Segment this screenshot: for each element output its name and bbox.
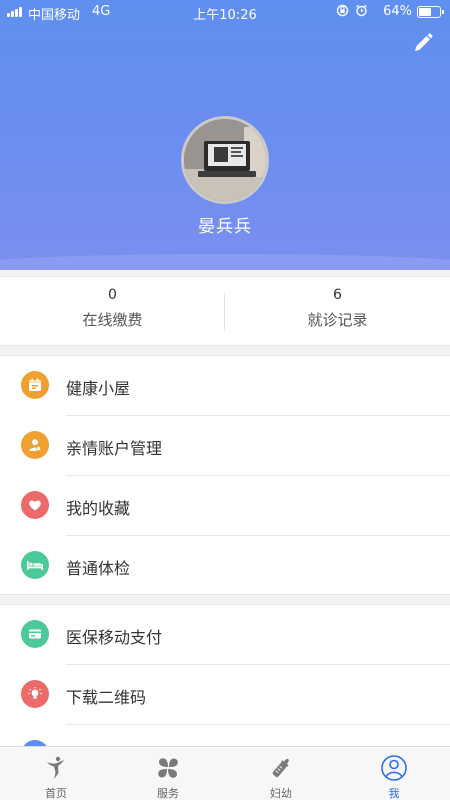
tab-label: 首页 — [45, 787, 67, 800]
menu-group-secondary: 医保移动支付 下载二维码 — [0, 604, 450, 754]
stat-label: 就诊记录 — [307, 311, 368, 329]
menu-item-family-accounts[interactable]: 亲情账户管理 — [0, 416, 450, 476]
bed-icon — [21, 551, 49, 579]
menu-item-label: 亲情账户管理 — [66, 439, 163, 458]
menu-item-label: 普通体检 — [66, 559, 131, 578]
services-icon — [152, 754, 184, 782]
stat-label: 在线缴费 — [82, 311, 143, 329]
profile-username: 晏兵兵 — [198, 217, 252, 237]
menu-group-primary: 健康小屋 亲情账户管理 我的收藏 普通体检 — [0, 355, 450, 595]
bottle-icon — [265, 754, 297, 782]
tab-label: 服务 — [157, 787, 179, 800]
status-bar: 中国移动 4G 上午10:26 64% — [0, 0, 450, 24]
menu-item-health-house[interactable]: 健康小屋 — [0, 356, 450, 416]
menu-item-label: 医保移动支付 — [66, 628, 163, 647]
family-icon — [21, 431, 49, 459]
menu-item-label: 我的收藏 — [66, 499, 131, 518]
edit-profile-button[interactable] — [408, 30, 436, 58]
tab-maternal-child[interactable]: 妇幼 — [225, 747, 337, 800]
heart-icon — [21, 491, 49, 519]
tab-bar: 首页 服务 妇幼 我 — [0, 746, 450, 800]
user-icon — [378, 754, 410, 782]
home-icon — [40, 754, 72, 782]
avatar-photo — [184, 119, 266, 201]
tab-home[interactable]: 首页 — [0, 747, 112, 800]
pencil-icon — [415, 33, 433, 51]
menu-item-label: 健康小屋 — [66, 379, 131, 398]
stat-visit-records[interactable]: 6 就诊记录 — [225, 277, 450, 347]
lightbulb-icon — [21, 680, 49, 708]
tab-label: 妇幼 — [270, 787, 292, 800]
stat-value: 0 — [108, 287, 117, 303]
menu-item-insurance-payment[interactable]: 医保移动支付 — [0, 605, 450, 665]
menu-item-favorites[interactable]: 我的收藏 — [0, 476, 450, 536]
card-icon — [21, 620, 49, 648]
menu-item-label: 下载二维码 — [66, 688, 147, 707]
avatar[interactable] — [181, 116, 269, 204]
calendar-icon — [21, 371, 49, 399]
tab-me[interactable]: 我 — [338, 747, 450, 800]
menu-item-physical-exam[interactable]: 普通体检 — [0, 536, 450, 596]
profile-header: 中国移动 4G 上午10:26 64% 晏兵兵 — [0, 0, 450, 270]
menu-item-download-qrcode[interactable]: 下载二维码 — [0, 665, 450, 725]
tab-label: 我 — [388, 787, 400, 800]
alarm-icon — [356, 4, 367, 17]
stat-online-payment[interactable]: 0 在线缴费 — [0, 277, 225, 347]
battery-percent: 64% — [383, 4, 412, 19]
stats-panel: 0 在线缴费 6 就诊记录 — [0, 276, 450, 346]
stat-value: 6 — [333, 287, 342, 303]
battery-icon — [417, 6, 444, 18]
battery-level — [419, 8, 431, 16]
tab-services[interactable]: 服务 — [112, 747, 224, 800]
rotation-lock-icon — [336, 4, 349, 17]
